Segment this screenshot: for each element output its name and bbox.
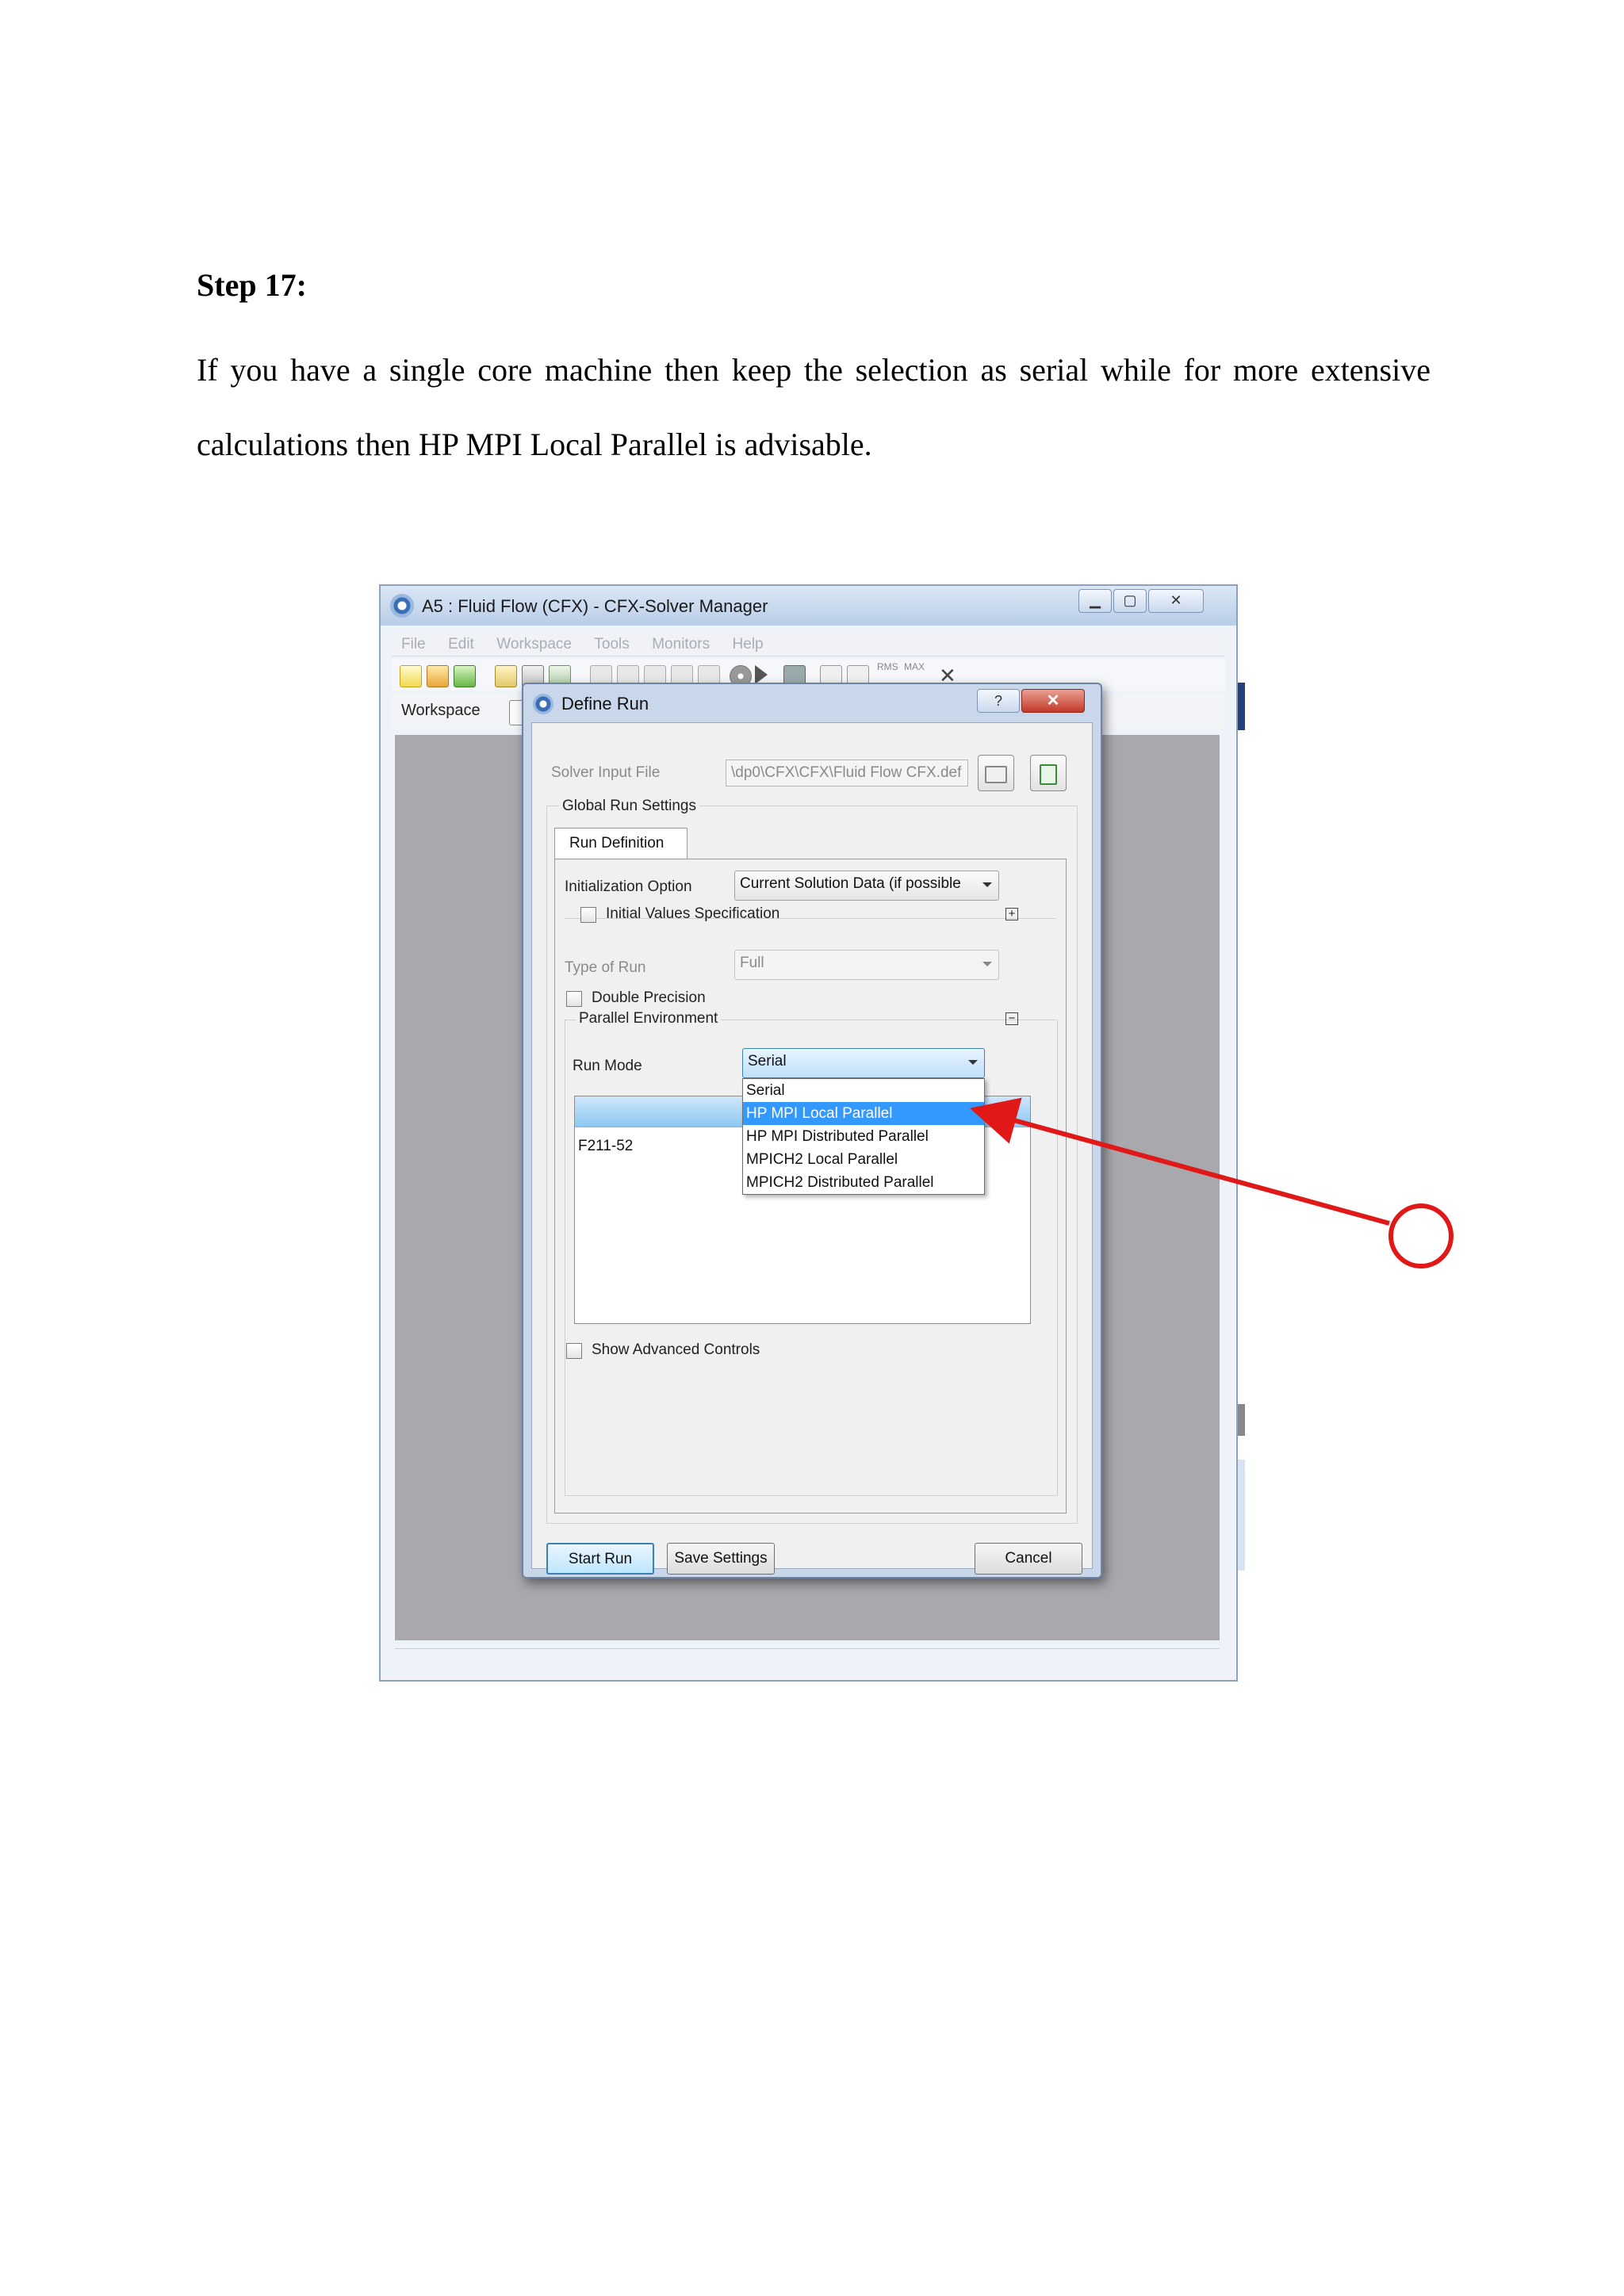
annotation-arrow: [969, 1097, 1390, 1226]
annotation-overlay: [969, 1097, 1454, 1269]
annotation-circle: [1388, 1203, 1454, 1269]
